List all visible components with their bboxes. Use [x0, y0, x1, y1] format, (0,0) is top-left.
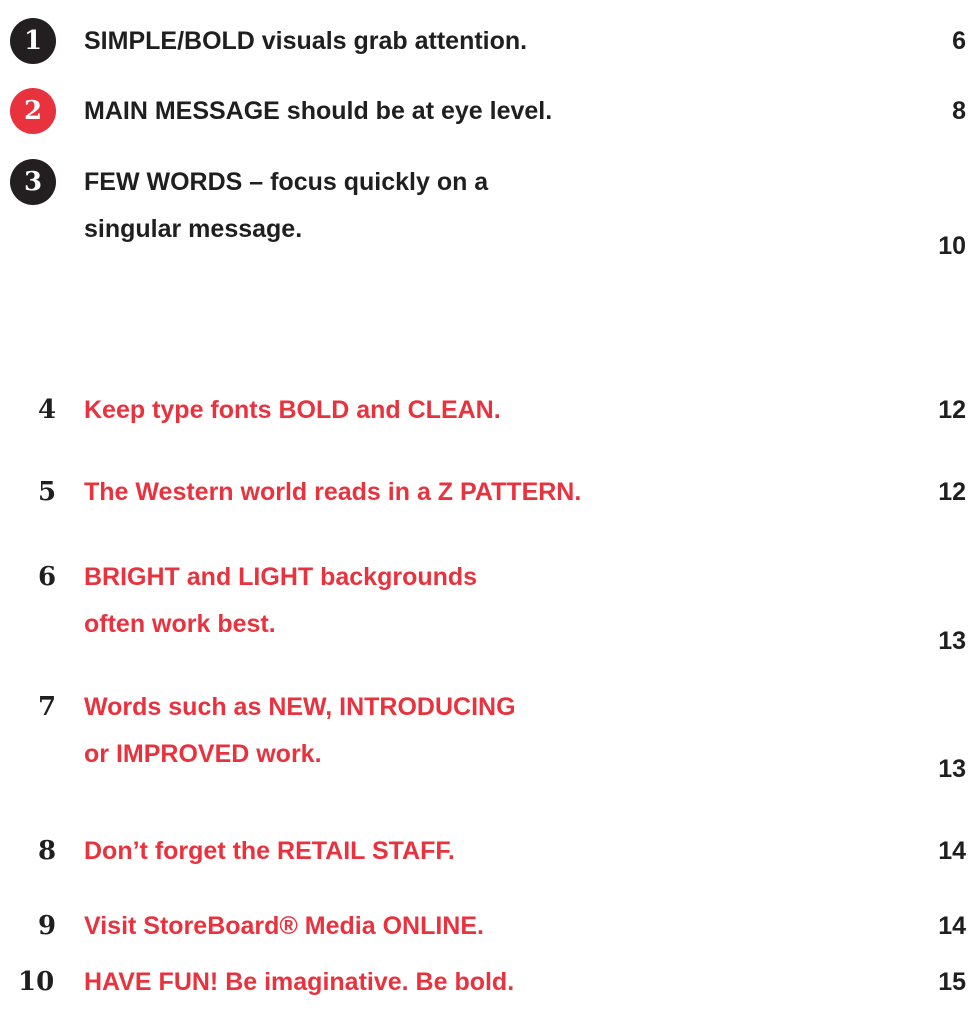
page-number-2: 8 — [952, 97, 966, 125]
toc-title-line: singular message. — [84, 215, 303, 243]
toc-title-line: Keep type fonts BOLD and CLEAN. — [84, 396, 501, 424]
number-badge-1: 1 — [10, 18, 56, 64]
toc-title-line: SIMPLE/BOLD visuals grab attention. — [84, 27, 528, 55]
item-number-6: 6 — [38, 562, 57, 592]
page-number-8: 14 — [938, 837, 966, 865]
page-number-7: 13 — [938, 755, 966, 783]
toc-title-line: HAVE FUN! Be imaginative. Be bold. — [84, 968, 515, 996]
page-number-1: 6 — [952, 27, 966, 55]
page-number-5: 12 — [938, 478, 966, 506]
toc-title-5: The Western world reads in a Z PATTERN. — [84, 469, 581, 516]
page-number-6: 13 — [938, 627, 966, 655]
toc-title-9: Visit StoreBoard® Media ONLINE. — [84, 903, 484, 950]
toc-title-line: FEW WORDS – focus quickly on a — [84, 168, 489, 196]
item-number-5: 5 — [38, 477, 57, 507]
toc-title-line: Words such as NEW, INTRODUCING — [84, 693, 516, 721]
page-number-3: 10 — [938, 232, 966, 260]
toc-title-line: Don’t forget the RETAIL STAFF. — [84, 837, 455, 865]
item-number-8: 8 — [38, 836, 57, 866]
page-number-9: 14 — [938, 912, 966, 940]
table-of-contents: 1 SIMPLE/BOLD visuals grab attention. 6 … — [0, 0, 974, 1015]
number-badge-3: 3 — [10, 159, 56, 205]
toc-title-2: MAIN MESSAGE should be at eye level. — [84, 88, 552, 135]
item-number-9: 9 — [38, 911, 57, 941]
item-number-10: 10 — [18, 967, 55, 997]
toc-title-10: HAVE FUN! Be imaginative. Be bold. — [84, 959, 514, 1006]
number-badge-2: 2 — [10, 88, 56, 134]
toc-title-7: Words such as NEW, INTRODUCING or IMPROV… — [84, 684, 516, 778]
item-number-7: 7 — [38, 692, 57, 722]
toc-title-4: Keep type fonts BOLD and CLEAN. — [84, 387, 501, 434]
toc-title-3: FEW WORDS – focus quickly on a singular … — [84, 159, 488, 253]
page-number-10: 15 — [938, 968, 966, 996]
toc-title-line: or IMPROVED work. — [84, 740, 322, 768]
toc-title-1: SIMPLE/BOLD visuals grab attention. — [84, 18, 527, 65]
page-number-4: 12 — [938, 396, 966, 424]
toc-title-line: MAIN MESSAGE should be at eye level. — [84, 97, 553, 125]
toc-title-6: BRIGHT and LIGHT backgrounds often work … — [84, 554, 477, 648]
toc-title-line: The Western world reads in a Z PATTERN. — [84, 478, 582, 506]
toc-title-line: often work best. — [84, 610, 276, 638]
item-number-4: 4 — [38, 395, 57, 425]
toc-title-line: BRIGHT and LIGHT backgrounds — [84, 563, 478, 591]
toc-title-8: Don’t forget the RETAIL STAFF. — [84, 828, 455, 875]
toc-title-line: Visit StoreBoard® Media ONLINE. — [84, 912, 484, 940]
